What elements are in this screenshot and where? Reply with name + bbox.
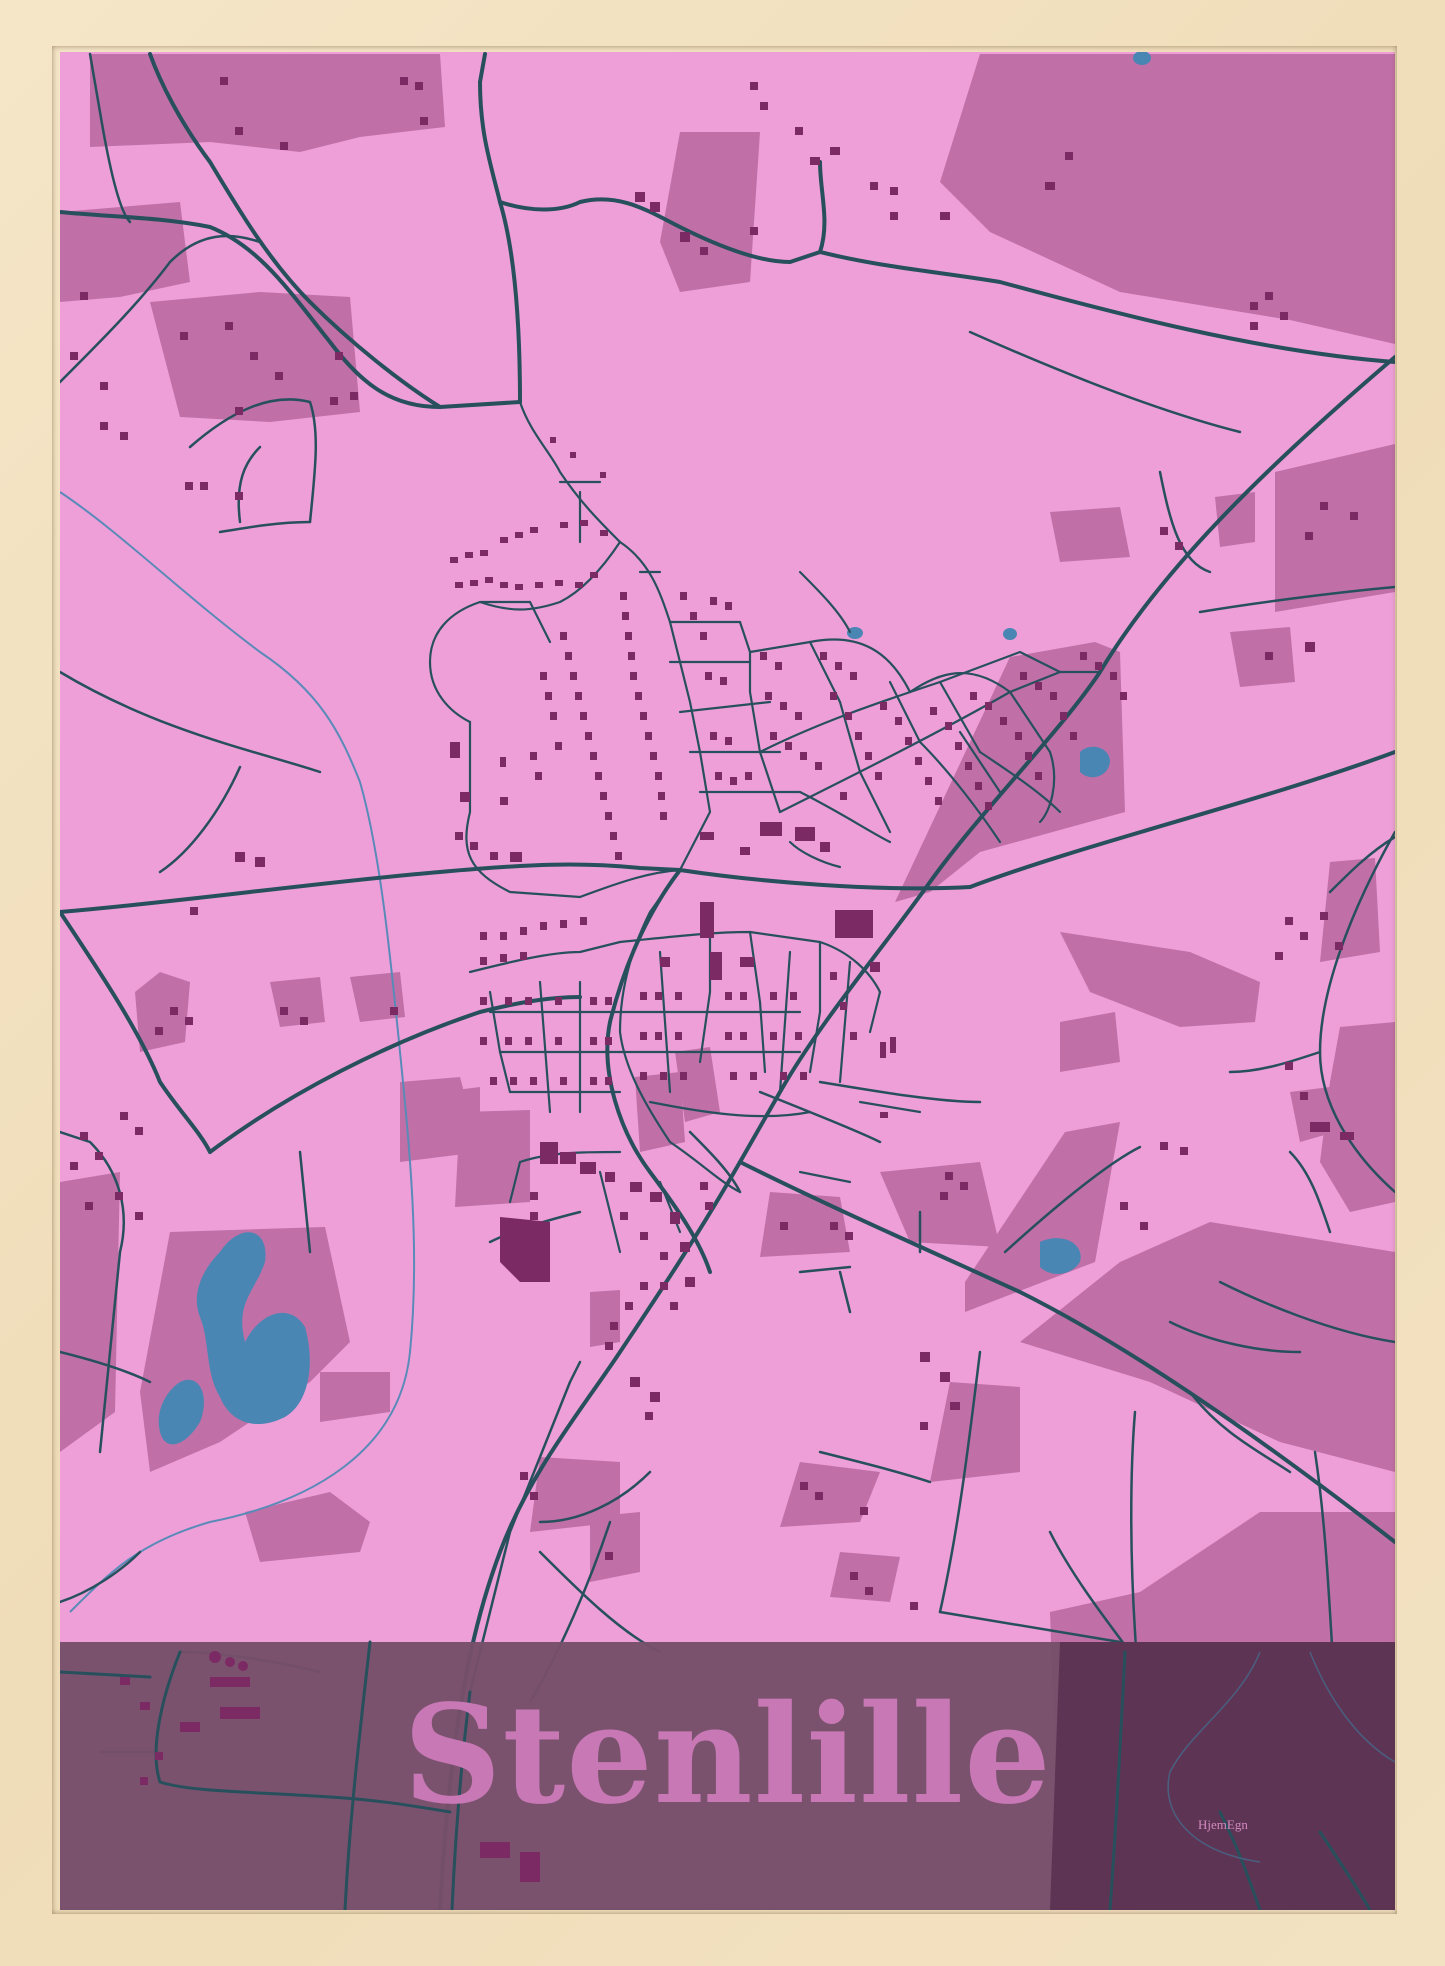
supermarket-building: [835, 910, 873, 938]
brand-signature: HjemEgn: [1198, 1817, 1248, 1832]
map-poster: Stenlille HjemEgn: [60, 52, 1395, 1910]
map-canvas: [60, 52, 1395, 1910]
city-name-title: Stenlille: [403, 1675, 1052, 1835]
